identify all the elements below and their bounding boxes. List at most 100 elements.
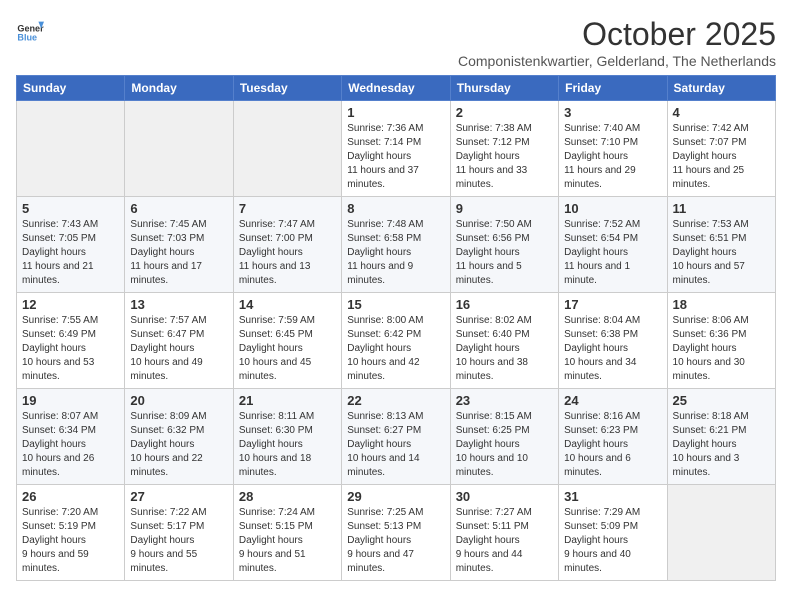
day-number: 9 (456, 201, 553, 216)
calendar-week-row: 5 Sunrise: 7:43 AMSunset: 7:05 PMDaylight… (17, 197, 776, 293)
calendar-cell: 2 Sunrise: 7:38 AMSunset: 7:12 PMDaylight… (450, 101, 558, 197)
day-number: 5 (22, 201, 119, 216)
day-header-monday: Monday (125, 76, 233, 101)
calendar-cell: 12 Sunrise: 7:55 AMSunset: 6:49 PMDayligh… (17, 293, 125, 389)
calendar-cell: 5 Sunrise: 7:43 AMSunset: 7:05 PMDaylight… (17, 197, 125, 293)
day-header-tuesday: Tuesday (233, 76, 341, 101)
day-number: 15 (347, 297, 444, 312)
day-info: Sunrise: 7:40 AMSunset: 7:10 PMDaylight … (564, 122, 661, 192)
page-header: General Blue October 2025 Componistenkwa… (16, 16, 776, 69)
calendar-cell: 13 Sunrise: 7:57 AMSunset: 6:47 PMDayligh… (125, 293, 233, 389)
day-number: 11 (673, 201, 770, 216)
day-number: 13 (130, 297, 227, 312)
day-info: Sunrise: 7:20 AMSunset: 5:19 PMDaylight … (22, 506, 119, 576)
day-number: 19 (22, 393, 119, 408)
day-number: 10 (564, 201, 661, 216)
calendar-table: SundayMondayTuesdayWednesdayThursdayFrid… (16, 75, 776, 581)
day-info: Sunrise: 7:47 AMSunset: 7:00 PMDaylight … (239, 218, 336, 288)
day-header-friday: Friday (559, 76, 667, 101)
day-number: 3 (564, 105, 661, 120)
day-number: 18 (673, 297, 770, 312)
day-number: 23 (456, 393, 553, 408)
day-info: Sunrise: 7:22 AMSunset: 5:17 PMDaylight … (130, 506, 227, 576)
day-info: Sunrise: 7:36 AMSunset: 7:14 PMDaylight … (347, 122, 444, 192)
day-info: Sunrise: 7:53 AMSunset: 6:51 PMDaylight … (673, 218, 770, 288)
day-info: Sunrise: 8:09 AMSunset: 6:32 PMDaylight … (130, 410, 227, 480)
day-info: Sunrise: 8:00 AMSunset: 6:42 PMDaylight … (347, 314, 444, 384)
day-info: Sunrise: 7:42 AMSunset: 7:07 PMDaylight … (673, 122, 770, 192)
calendar-cell: 22Sunrise: 8:13 AMSunset: 6:27 PMDayligh… (342, 389, 450, 485)
calendar-cell: 19 Sunrise: 8:07 AMSunset: 6:34 PMDayligh… (17, 389, 125, 485)
day-info: Sunrise: 8:02 AMSunset: 6:40 PMDaylight … (456, 314, 553, 384)
day-info: Sunrise: 7:27 AMSunset: 5:11 PMDaylight … (456, 506, 553, 576)
calendar-cell: 21 Sunrise: 8:11 AMSunset: 6:30 PMDayligh… (233, 389, 341, 485)
calendar-cell: 10 Sunrise: 7:52 AMSunset: 6:54 PMDayligh… (559, 197, 667, 293)
logo-icon: General Blue (16, 16, 44, 44)
day-number: 2 (456, 105, 553, 120)
day-number: 21 (239, 393, 336, 408)
day-number: 4 (673, 105, 770, 120)
calendar-week-row: 19 Sunrise: 8:07 AMSunset: 6:34 PMDayligh… (17, 389, 776, 485)
day-header-thursday: Thursday (450, 76, 558, 101)
calendar-cell (17, 101, 125, 197)
calendar-cell: 14 Sunrise: 7:59 AMSunset: 6:45 PMDayligh… (233, 293, 341, 389)
day-info: Sunrise: 7:55 AMSunset: 6:49 PMDaylight … (22, 314, 119, 384)
day-info: Sunrise: 7:38 AMSunset: 7:12 PMDaylight … (456, 122, 553, 192)
day-number: 27 (130, 489, 227, 504)
calendar-cell: 7Sunrise: 7:47 AMSunset: 7:00 PMDaylight… (233, 197, 341, 293)
month-title: October 2025 (458, 16, 776, 53)
calendar-cell (233, 101, 341, 197)
day-info: Sunrise: 7:45 AMSunset: 7:03 PMDaylight … (130, 218, 227, 288)
calendar-cell: 31Sunrise: 7:29 AMSunset: 5:09 PMDayligh… (559, 485, 667, 581)
calendar-cell: 30 Sunrise: 7:27 AMSunset: 5:11 PMDayligh… (450, 485, 558, 581)
day-header-wednesday: Wednesday (342, 76, 450, 101)
day-number: 1 (347, 105, 444, 120)
day-info: Sunrise: 7:50 AMSunset: 6:56 PMDaylight … (456, 218, 553, 288)
day-header-sunday: Sunday (17, 76, 125, 101)
day-number: 8 (347, 201, 444, 216)
calendar-cell: 16 Sunrise: 8:02 AMSunset: 6:40 PMDayligh… (450, 293, 558, 389)
day-number: 12 (22, 297, 119, 312)
calendar-cell (667, 485, 775, 581)
calendar-cell: 11 Sunrise: 7:53 AMSunset: 6:51 PMDayligh… (667, 197, 775, 293)
day-info: Sunrise: 8:04 AMSunset: 6:38 PMDaylight … (564, 314, 661, 384)
day-info: Sunrise: 7:25 AMSunset: 5:13 PMDaylight … (347, 506, 444, 576)
calendar-header-row: SundayMondayTuesdayWednesdayThursdayFrid… (17, 76, 776, 101)
calendar-cell (125, 101, 233, 197)
svg-text:Blue: Blue (17, 33, 37, 43)
calendar-cell: 20 Sunrise: 8:09 AMSunset: 6:32 PMDayligh… (125, 389, 233, 485)
day-number: 31 (564, 489, 661, 504)
day-number: 17 (564, 297, 661, 312)
day-number: 16 (456, 297, 553, 312)
day-info: Sunrise: 7:57 AMSunset: 6:47 PMDaylight … (130, 314, 227, 384)
calendar-cell: 18 Sunrise: 8:06 AMSunset: 6:36 PMDayligh… (667, 293, 775, 389)
day-number: 14 (239, 297, 336, 312)
day-info: Sunrise: 8:18 AMSunset: 6:21 PMDaylight … (673, 410, 770, 480)
logo: General Blue (16, 16, 44, 44)
day-info: Sunrise: 7:48 AMSunset: 6:58 PMDaylight … (347, 218, 444, 288)
day-number: 30 (456, 489, 553, 504)
day-info: Sunrise: 8:16 AMSunset: 6:23 PMDaylight … (564, 410, 661, 480)
calendar-cell: 23Sunrise: 8:15 AMSunset: 6:25 PMDayligh… (450, 389, 558, 485)
day-number: 20 (130, 393, 227, 408)
day-number: 28 (239, 489, 336, 504)
title-block: October 2025 Componistenkwartier, Gelder… (458, 16, 776, 69)
calendar-week-row: 12 Sunrise: 7:55 AMSunset: 6:49 PMDayligh… (17, 293, 776, 389)
calendar-cell: 3 Sunrise: 7:40 AMSunset: 7:10 PMDaylight… (559, 101, 667, 197)
day-info: Sunrise: 8:07 AMSunset: 6:34 PMDaylight … (22, 410, 119, 480)
day-info: Sunrise: 7:59 AMSunset: 6:45 PMDaylight … (239, 314, 336, 384)
calendar-cell: 28 Sunrise: 7:24 AMSunset: 5:15 PMDayligh… (233, 485, 341, 581)
day-info: Sunrise: 8:11 AMSunset: 6:30 PMDaylight … (239, 410, 336, 480)
day-info: Sunrise: 8:06 AMSunset: 6:36 PMDaylight … (673, 314, 770, 384)
day-info: Sunrise: 7:52 AMSunset: 6:54 PMDaylight … (564, 218, 661, 288)
day-number: 29 (347, 489, 444, 504)
calendar-cell: 24 Sunrise: 8:16 AMSunset: 6:23 PMDayligh… (559, 389, 667, 485)
calendar-cell: 26Sunrise: 7:20 AMSunset: 5:19 PMDayligh… (17, 485, 125, 581)
day-number: 24 (564, 393, 661, 408)
day-number: 25 (673, 393, 770, 408)
calendar-cell: 15 Sunrise: 8:00 AMSunset: 6:42 PMDayligh… (342, 293, 450, 389)
day-info: Sunrise: 7:24 AMSunset: 5:15 PMDaylight … (239, 506, 336, 576)
calendar-cell: 9 Sunrise: 7:50 AMSunset: 6:56 PMDaylight… (450, 197, 558, 293)
day-info: Sunrise: 7:43 AMSunset: 7:05 PMDaylight … (22, 218, 119, 288)
calendar-cell: 27 Sunrise: 7:22 AMSunset: 5:17 PMDayligh… (125, 485, 233, 581)
